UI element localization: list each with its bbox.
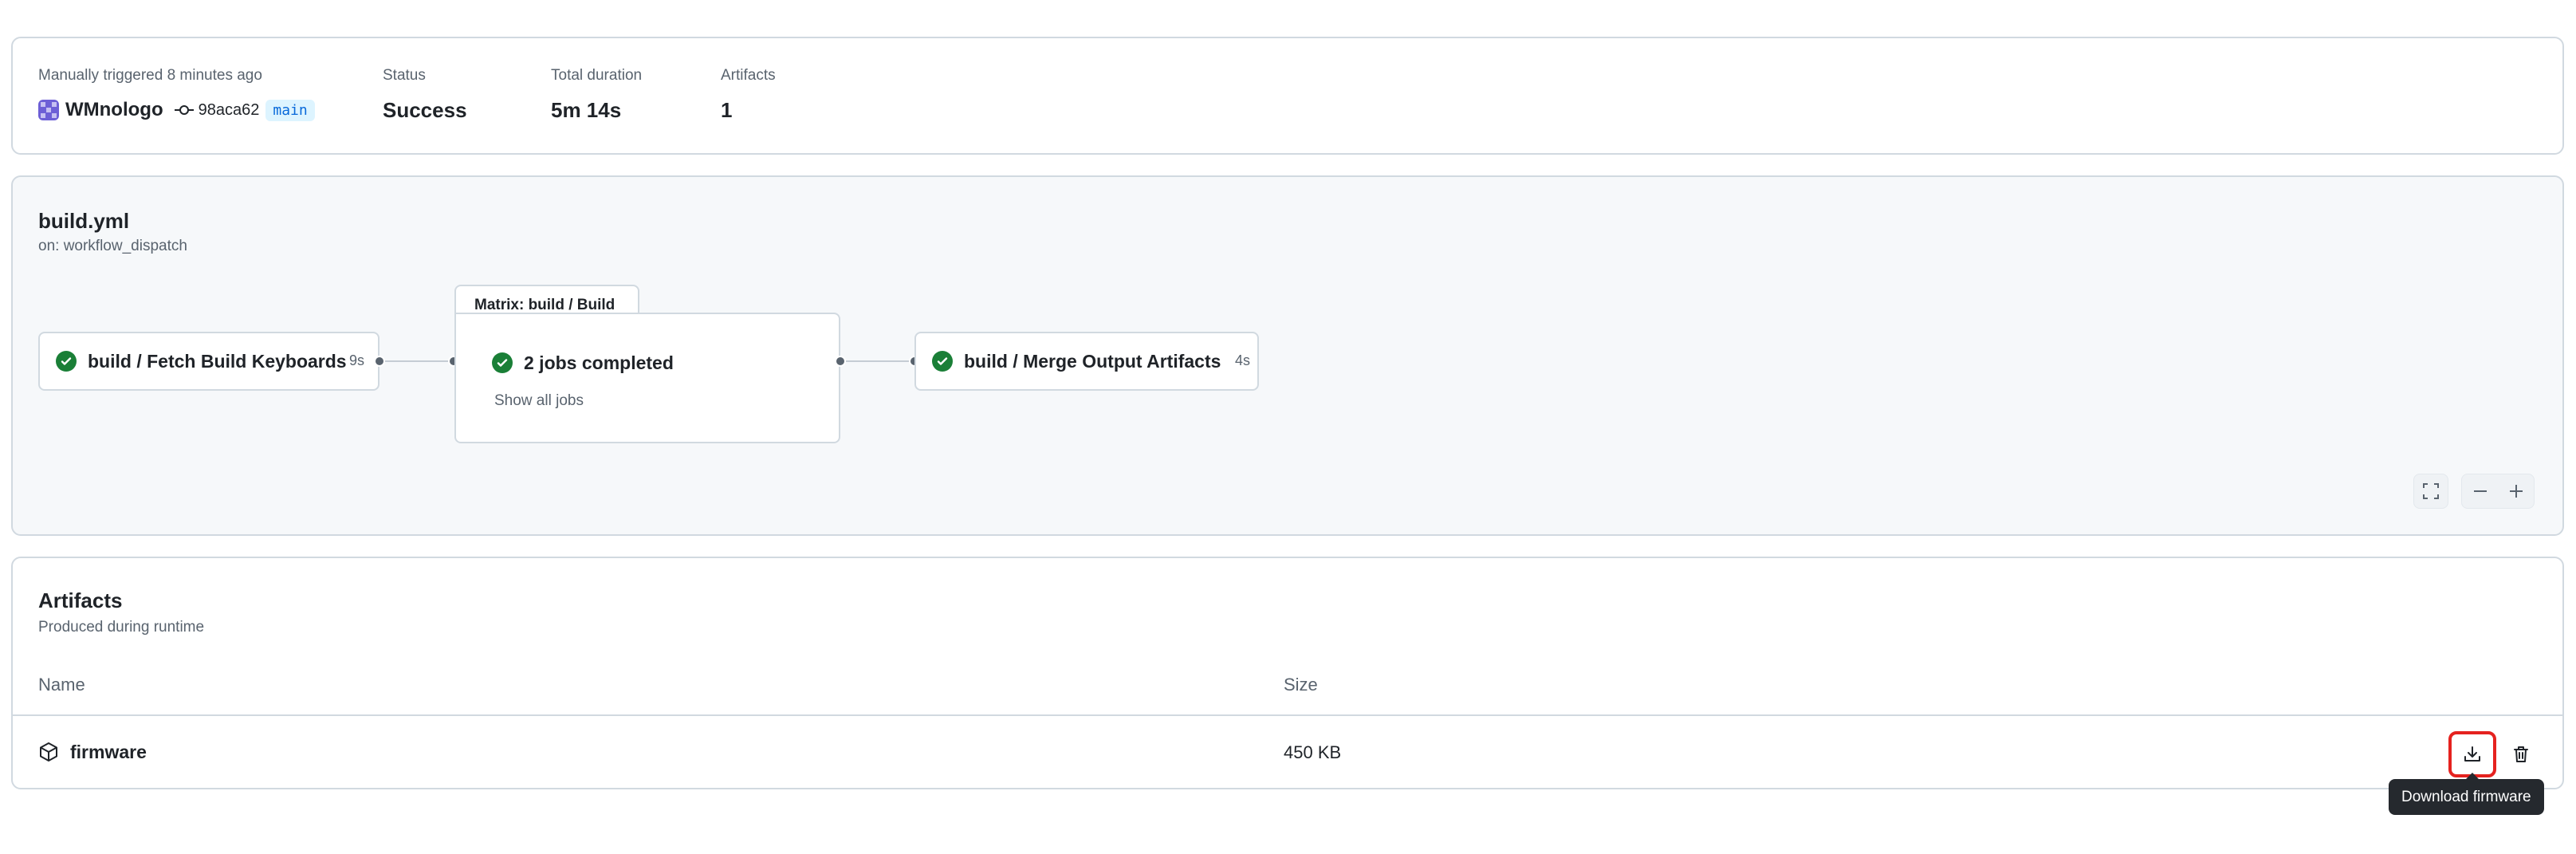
job-duration: 4s	[1235, 352, 1251, 368]
run-summary-card: Manually triggered 8 minutes ago WMnolog…	[11, 37, 2564, 155]
download-artifact-button[interactable]	[2448, 731, 2496, 777]
job-fetch-build-keyboards[interactable]: build / Fetch Build Keyboards 9s	[38, 332, 380, 391]
artifacts-subtitle: Produced during runtime	[38, 619, 205, 636]
zoom-in-icon[interactable]	[2507, 482, 2525, 500]
commit-sha-link[interactable]: 98aca62	[199, 101, 260, 120]
workflow-graph-card: build.yml on: workflow_dispatch build / …	[11, 175, 2564, 536]
artifact-name-link[interactable]: firmware	[70, 742, 147, 763]
download-tooltip: Download firmware	[2389, 773, 2544, 815]
trash-icon	[2514, 746, 2528, 762]
column-header-name: Name	[38, 675, 85, 695]
fullscreen-button[interactable]	[2413, 474, 2448, 509]
job-duration: 9s	[349, 352, 365, 368]
package-icon	[40, 742, 57, 762]
artifacts-card: Artifacts Produced during runtime Name S…	[11, 557, 2564, 789]
success-check-icon	[492, 352, 513, 373]
connector-line	[385, 360, 449, 362]
matrix-label: Matrix: build / Build	[454, 285, 639, 315]
status-value: Success	[383, 98, 467, 122]
zoom-out-icon[interactable]	[2472, 482, 2489, 500]
delete-artifact-button[interactable]	[2503, 737, 2539, 772]
success-check-icon	[56, 351, 77, 372]
matrix-job-group[interactable]: 2 jobs completed Show all jobs	[454, 313, 840, 443]
column-header-size: Size	[1284, 675, 1318, 695]
artifacts-title: Artifacts	[38, 588, 123, 612]
table-row: firmware 450 KB	[13, 716, 2562, 789]
workflow-trigger: on: workflow_dispatch	[38, 238, 187, 254]
trigger-column: Manually triggered 8 minutes ago WMnolog…	[38, 67, 315, 122]
status-column: Status Success	[383, 67, 467, 123]
download-icon	[2464, 746, 2480, 762]
avatar[interactable]	[38, 100, 59, 120]
git-commit-icon	[174, 104, 194, 116]
job-name: build / Merge Output Artifacts	[964, 351, 1221, 372]
artifacts-count-label: Artifacts	[721, 67, 776, 84]
branch-badge[interactable]: main	[265, 99, 315, 121]
workflow-file-name: build.yml	[38, 209, 130, 233]
artifacts-count-value[interactable]: 1	[721, 98, 776, 123]
connector-dot	[835, 356, 846, 367]
trigger-label: Manually triggered 8 minutes ago	[38, 67, 262, 84]
connector-line	[846, 360, 910, 362]
success-check-icon	[932, 351, 953, 372]
status-label: Status	[383, 67, 426, 84]
actor-name[interactable]: WMnologo	[65, 99, 163, 121]
show-all-jobs-link[interactable]: Show all jobs	[494, 392, 584, 410]
actor-row: WMnologo 98aca62 main	[38, 98, 315, 122]
matrix-summary: 2 jobs completed	[524, 352, 674, 373]
connector-dot	[374, 356, 385, 367]
job-merge-output-artifacts[interactable]: build / Merge Output Artifacts 4s	[914, 332, 1259, 391]
duration-column: Total duration 5m 14s	[551, 67, 642, 123]
artifacts-count-column: Artifacts 1	[721, 67, 776, 123]
job-name: build / Fetch Build Keyboards	[88, 351, 347, 372]
zoom-controls	[2461, 474, 2535, 509]
artifact-size: 450 KB	[1284, 742, 1342, 762]
duration-label: Total duration	[551, 67, 643, 84]
duration-value: 5m 14s	[551, 98, 622, 122]
fullscreen-icon	[2423, 483, 2439, 499]
